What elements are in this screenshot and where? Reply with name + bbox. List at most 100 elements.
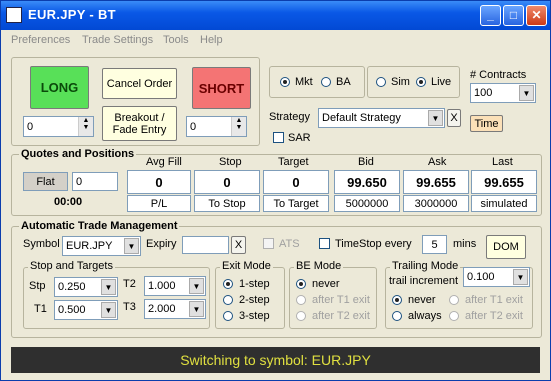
- contracts-value: 100: [474, 87, 493, 99]
- sim-radio[interactable]: [376, 77, 386, 87]
- mkt-radio[interactable]: [280, 77, 290, 87]
- header-target: Target: [278, 156, 309, 168]
- pl-value: P/L: [127, 195, 191, 212]
- trail-after-t1-radio[interactable]: [449, 295, 459, 305]
- expiry-field[interactable]: [182, 236, 229, 254]
- contracts-label: # Contracts: [470, 69, 527, 81]
- live-label: Live: [431, 76, 452, 88]
- trail-after-t2-label: after T2 exit: [465, 310, 523, 322]
- stp-dropdown[interactable]: 0.250 ▼: [54, 277, 118, 297]
- chevron-down-icon: ▼: [101, 279, 116, 295]
- live-radio[interactable]: [416, 77, 426, 87]
- trail-never-label: never: [408, 294, 436, 306]
- strategy-clear-button[interactable]: X: [447, 109, 461, 127]
- exit-2step-radio[interactable]: [223, 295, 233, 305]
- stop-value: 0: [194, 170, 260, 194]
- short-button[interactable]: SHORT: [192, 67, 251, 109]
- trail-always-label: always: [408, 310, 442, 322]
- minimize-icon[interactable]: _: [480, 5, 501, 26]
- be-never-radio[interactable]: [296, 279, 306, 289]
- stop-targets-legend: Stop and Targets: [28, 260, 115, 272]
- chevron-down-icon: ▼: [428, 110, 443, 126]
- trail-increment-dropdown[interactable]: 0.100 ▼: [463, 267, 530, 287]
- strategy-dropdown[interactable]: Default Strategy ▼: [318, 108, 445, 128]
- long-quantity-field[interactable]: 0 ▲ ▼: [23, 116, 94, 137]
- timestop-minutes-field[interactable]: 5: [422, 235, 447, 254]
- exit-mode-legend: Exit Mode: [220, 260, 273, 272]
- trail-increment-label: trail increment: [389, 275, 459, 287]
- cancel-order-button[interactable]: Cancel Order: [102, 68, 177, 99]
- strategy-label: Strategy: [269, 111, 310, 123]
- menu-trade-settings[interactable]: Trade Settings: [82, 34, 153, 46]
- window-title: EUR.JPY - BT: [28, 7, 116, 22]
- ask-value: 99.655: [403, 170, 469, 194]
- expiry-clear-button[interactable]: X: [231, 236, 246, 254]
- sar-label: SAR: [288, 132, 311, 144]
- exit-3step-radio[interactable]: [223, 311, 233, 321]
- to-target-value: To Target: [263, 195, 329, 212]
- avg-fill-value: 0: [127, 170, 191, 194]
- quotes-legend: Quotes and Positions: [19, 148, 137, 160]
- t1-dropdown[interactable]: 0.500 ▼: [54, 300, 118, 320]
- menu-help[interactable]: Help: [200, 34, 223, 46]
- bid-value: 99.650: [334, 170, 400, 194]
- stp-value: 0.250: [58, 281, 86, 293]
- chevron-down-icon: ▼: [513, 269, 528, 285]
- long-quantity-spinner[interactable]: ▲ ▼: [78, 117, 93, 136]
- chevron-down-icon: ▼: [189, 278, 204, 294]
- t2-dropdown[interactable]: 1.000 ▼: [144, 276, 206, 296]
- last-value: 99.655: [471, 170, 537, 194]
- chevron-down-icon: ▼: [101, 302, 116, 318]
- long-button[interactable]: LONG: [30, 66, 89, 109]
- trail-never-radio[interactable]: [392, 295, 402, 305]
- long-quantity-value: 0: [27, 120, 34, 133]
- trailing-mode-legend: Trailing Mode: [390, 260, 461, 272]
- ba-label: BA: [336, 76, 351, 88]
- sar-checkbox[interactable]: [273, 132, 284, 143]
- timestop-checkbox[interactable]: [319, 238, 330, 249]
- t3-label: T3: [123, 301, 136, 313]
- contracts-dropdown[interactable]: 100 ▼: [470, 83, 536, 103]
- menu-tools[interactable]: Tools: [163, 34, 189, 46]
- ask-size: 3000000: [403, 195, 469, 212]
- fade-entry-label: Fade Entry: [112, 123, 167, 136]
- sim-label: Sim: [391, 76, 410, 88]
- position-status: Flat: [23, 172, 68, 191]
- close-icon[interactable]: ✕: [526, 5, 547, 26]
- breakout-fade-button[interactable]: Breakout / Fade Entry: [102, 106, 177, 141]
- be-after-t2-radio[interactable]: [296, 311, 306, 321]
- title-bar: EUR.JPY - BT _ □ ✕: [1, 1, 550, 30]
- exit-1step-label: 1-step: [239, 278, 270, 290]
- menu-preferences[interactable]: Preferences: [11, 34, 70, 46]
- t2-value: 1.000: [148, 280, 176, 292]
- stp-label: Stp: [29, 280, 46, 292]
- to-stop-value: To Stop: [194, 195, 260, 212]
- trail-always-radio[interactable]: [392, 311, 402, 321]
- ats-checkbox[interactable]: [263, 238, 274, 249]
- breakout-label: Breakout /: [114, 111, 165, 124]
- dom-button[interactable]: DOM: [486, 235, 526, 259]
- symbol-dropdown[interactable]: EUR.JPY ▼: [62, 236, 141, 256]
- trail-after-t2-radio[interactable]: [449, 311, 459, 321]
- t2-label: T2: [123, 278, 136, 290]
- exit-1step-radio[interactable]: [223, 279, 233, 289]
- t3-dropdown[interactable]: 2.000 ▼: [144, 299, 206, 319]
- maximize-icon[interactable]: □: [503, 5, 524, 26]
- be-never-label: never: [312, 278, 340, 290]
- trail-increment-value: 0.100: [467, 271, 495, 283]
- short-quantity-value: 0: [190, 120, 197, 133]
- atm-legend: Automatic Trade Management: [19, 220, 180, 232]
- be-after-t1-radio[interactable]: [296, 295, 306, 305]
- ba-radio[interactable]: [321, 77, 331, 87]
- mins-label: mins: [453, 238, 477, 250]
- chevron-down-icon: ▼: [189, 301, 204, 317]
- chevron-down-icon: ▼: [124, 238, 139, 254]
- t1-label: T1: [34, 303, 47, 315]
- short-quantity-spinner[interactable]: ▲ ▼: [231, 117, 246, 136]
- short-quantity-field[interactable]: 0 ▲ ▼: [186, 116, 247, 137]
- chevron-down-icon: ▼: [519, 85, 534, 101]
- exit-3step-label: 3-step: [239, 310, 270, 322]
- time-button[interactable]: Time: [470, 115, 503, 132]
- header-avg-fill: Avg Fill: [146, 156, 182, 168]
- header-stop: Stop: [219, 156, 242, 168]
